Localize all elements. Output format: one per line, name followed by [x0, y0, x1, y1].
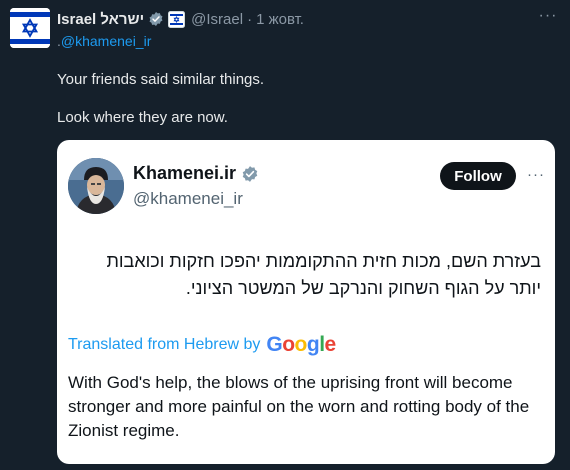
- israel-flag-avatar-icon[interactable]: [10, 8, 50, 48]
- post-header: Israel ישראל @Israel · 1 жовт.: [57, 9, 560, 29]
- quoted-post-card[interactable]: Khamenei.ir @khamenei_ir Follow ··· בעזר…: [57, 140, 555, 464]
- quoted-translated-text: With God's help, the blows of the uprisi…: [68, 373, 530, 440]
- quoted-handle[interactable]: @khamenei_ir: [133, 189, 243, 209]
- post-date[interactable]: 1 жовт.: [256, 11, 304, 28]
- display-name[interactable]: Israel ישראל: [57, 11, 144, 28]
- google-logo: Google: [266, 333, 336, 356]
- quoted-name-text[interactable]: Khamenei.ir: [133, 163, 236, 184]
- separator-dot: ·: [247, 10, 253, 28]
- verified-check-icon: [241, 165, 259, 183]
- post-text: Your friends said similar things. Look w…: [57, 70, 264, 128]
- reply-mention-link[interactable]: @khamenei_ir: [61, 33, 151, 49]
- org-badge-icon[interactable]: [168, 10, 186, 28]
- profile-avatar[interactable]: [68, 158, 124, 214]
- handle[interactable]: @Israel: [191, 11, 243, 28]
- verified-check-icon: [148, 11, 164, 27]
- more-options-icon[interactable]: ···: [538, 8, 558, 24]
- translation-attribution[interactable]: Translated from Hebrew by Google: [68, 333, 336, 357]
- quoted-display-name[interactable]: Khamenei.ir: [133, 163, 259, 184]
- quoted-hebrew-text: בעזרת השם, מכות חזית ההתקוממות יהפכו חזק…: [106, 251, 541, 298]
- translated-label: Translated from Hebrew by: [68, 336, 261, 353]
- post-text-line-1: Your friends said similar things.: [57, 71, 265, 88]
- reply-to-line: .@khamenei_ir: [57, 33, 151, 49]
- post-text-line-2: Look where they are now.: [57, 109, 228, 126]
- follow-button[interactable]: Follow: [440, 162, 516, 190]
- more-options-icon[interactable]: ···: [527, 166, 545, 183]
